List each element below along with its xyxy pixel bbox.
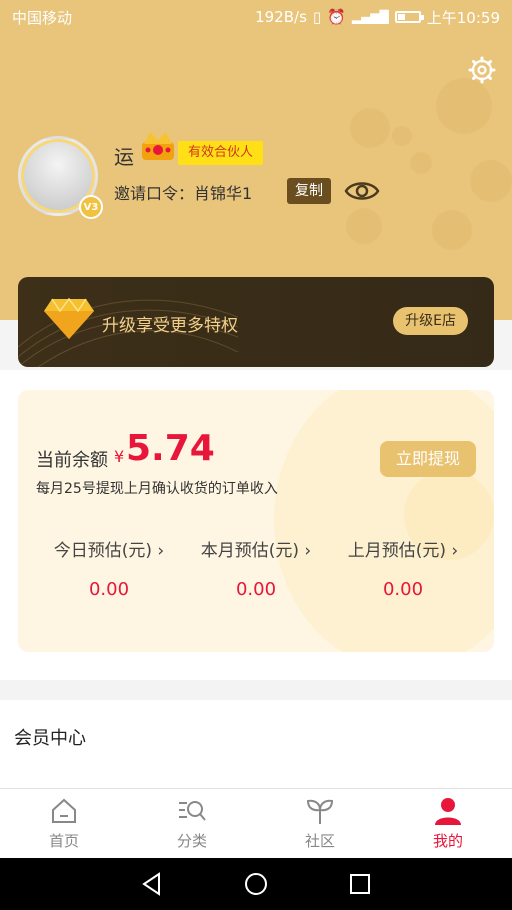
stat-last-month[interactable]: 上月预估(元) › 0.00 [328, 536, 478, 600]
balance-label: 当前余额 [36, 450, 108, 471]
vibrate-icon: ▯ [312, 8, 322, 26]
crown-icon [142, 132, 174, 160]
category-search-icon [179, 801, 206, 821]
user-icon [435, 798, 461, 825]
back-icon[interactable] [139, 871, 165, 897]
stat-value: 0.00 [235, 579, 277, 600]
balance-card [18, 390, 494, 652]
battery-icon [394, 11, 424, 23]
withdraw-button[interactable]: 立即提现 [380, 441, 476, 477]
tab-label: 分类 [176, 832, 207, 850]
status-bar: 中国移动 192B/s ▯ ⏰ ▂▄▆█ 上午10:59 [0, 0, 512, 34]
stat-value: 0.00 [382, 579, 424, 600]
tab-community[interactable]: 社区 [256, 789, 384, 858]
tab-category[interactable]: 分类 [128, 789, 256, 858]
eye-icon[interactable] [344, 178, 380, 204]
nickname: 运 [114, 145, 134, 169]
stat-label: 今日预估(元) › [53, 541, 165, 561]
bottom-tab-bar: 首页 分类 社区 我的 [0, 788, 512, 858]
stat-label: 上月预估(元) › [347, 541, 459, 561]
section-divider [0, 680, 512, 700]
balance-note: 每月25号提现上月确认收货的订单收入 [36, 481, 278, 497]
stat-value: 0.00 [88, 579, 130, 600]
home-circle-icon[interactable] [243, 871, 269, 897]
clock: 上午10:59 [426, 8, 500, 27]
network-speed: 192B/s [255, 8, 307, 26]
upgrade-text: 升级享受更多特权 [102, 316, 238, 336]
settings-gear-icon[interactable] [468, 56, 496, 84]
upgrade-banner[interactable]: 升级享受更多特权 升级E店 [18, 277, 494, 367]
balance-amount: 5.74 [126, 428, 215, 469]
tab-label: 社区 [304, 832, 335, 850]
alarm-icon: ⏰ [327, 8, 346, 26]
vip-level-badge: V3 [79, 195, 103, 219]
tab-label: 首页 [48, 832, 79, 850]
stat-today[interactable]: 今日预估(元) › 0.00 [34, 536, 184, 600]
home-icon [52, 798, 76, 823]
signal-icon: ▂▄▆█ [351, 10, 389, 24]
invite-code: 邀请口令：肖锦华1 [114, 184, 253, 203]
sprout-icon [306, 799, 334, 824]
recents-square-icon[interactable] [347, 871, 373, 897]
copy-button[interactable]: 复制 [287, 178, 331, 204]
carrier-name: 中国移动 [12, 8, 73, 27]
diamond-icon [44, 297, 94, 339]
tab-home[interactable]: 首页 [0, 789, 128, 858]
stat-this-month[interactable]: 本月预估(元) › 0.00 [181, 536, 331, 600]
currency-symbol: ¥ [114, 447, 125, 466]
upgrade-shop-button[interactable]: 升级E店 [393, 307, 468, 335]
system-navigation-bar [0, 858, 512, 910]
member-center-title: 会员中心 [14, 728, 86, 749]
tab-mine[interactable]: 我的 [384, 789, 512, 858]
partner-tag: 有效合伙人 [178, 141, 264, 165]
tab-label: 我的 [432, 832, 463, 850]
stat-label: 本月预估(元) › [200, 541, 312, 561]
